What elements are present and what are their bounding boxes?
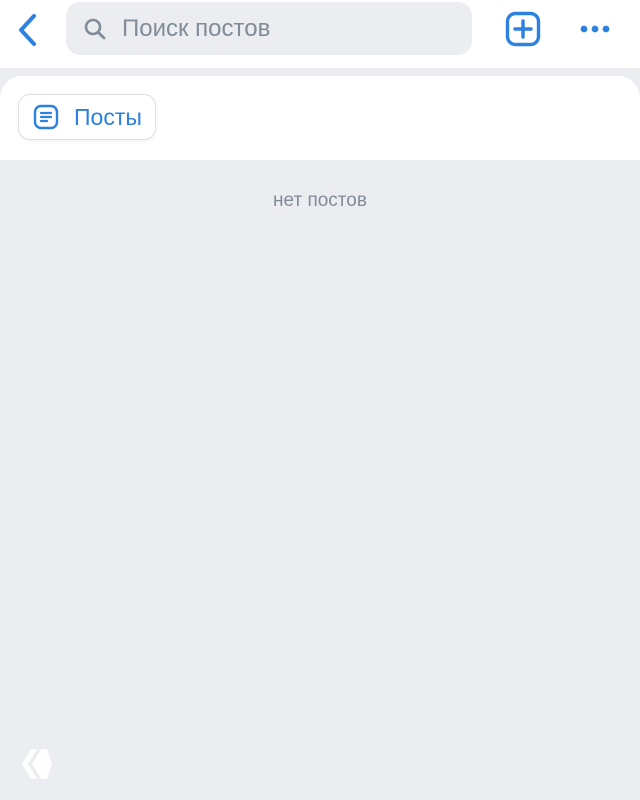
- back-button[interactable]: [8, 8, 48, 52]
- more-button[interactable]: [574, 8, 616, 50]
- add-square-icon: [505, 11, 541, 47]
- add-post-button[interactable]: [502, 8, 544, 50]
- brand-logo-icon: [22, 749, 52, 779]
- chevron-left-icon: [19, 14, 36, 46]
- posts-screen: Посты нет постов: [0, 0, 640, 800]
- more-horizontal-icon: [580, 25, 610, 33]
- tab-posts[interactable]: Посты: [18, 94, 156, 140]
- top-bar: [0, 0, 640, 68]
- empty-state-message: нет постов: [273, 190, 367, 211]
- search-input[interactable]: [120, 13, 464, 44]
- search-icon: [82, 16, 108, 42]
- tabs-panel: Посты: [0, 76, 640, 160]
- search-box[interactable]: [66, 2, 472, 55]
- tab-posts-label: Посты: [74, 103, 142, 130]
- article-icon: [32, 103, 60, 131]
